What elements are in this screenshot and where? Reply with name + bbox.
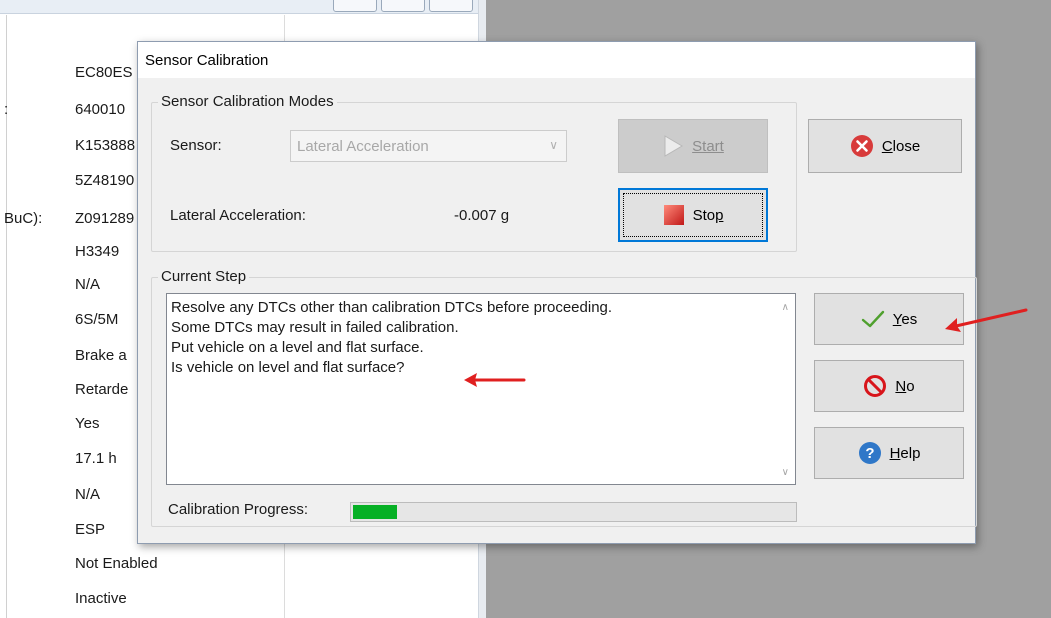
scroll-down-icon[interactable]: ∨	[782, 467, 789, 478]
window-close-button[interactable]	[429, 0, 473, 12]
reading-value: -0.007 g	[454, 207, 510, 224]
red-arrow-icon	[945, 308, 1028, 332]
info-row-value: Brake a	[75, 347, 127, 364]
sensor-dropdown[interactable]: Lateral Acceleration ∨	[290, 130, 567, 162]
info-row-value: 640010	[75, 101, 126, 118]
info-row-value: K153888	[75, 137, 136, 154]
svg-text:?: ?	[865, 445, 874, 462]
help-circle-icon: ?	[858, 441, 882, 465]
step-line: Put vehicle on a level and flat surface.	[171, 339, 424, 356]
close-circle-icon	[850, 134, 874, 158]
dialog-title: Sensor Calibration	[145, 52, 269, 69]
info-row-value: Not Enabled	[75, 555, 158, 572]
close-button-label: Close	[881, 137, 921, 155]
step-line: Is vehicle on level and flat surface?	[171, 359, 405, 376]
step-line: Resolve any DTCs other than calibration …	[171, 299, 613, 316]
group-title: Current Step	[158, 268, 250, 285]
chevron-down-icon: ∨	[549, 138, 558, 152]
info-row-value: ESP	[75, 521, 106, 538]
stop-button-label: Stop	[692, 206, 724, 224]
group-title: Sensor Calibration Modes	[158, 93, 337, 110]
progress-fill	[353, 505, 397, 519]
yes-button-label: Yes	[892, 310, 918, 328]
sensor-label: Sensor:	[170, 137, 222, 154]
minimize-button[interactable]	[333, 0, 377, 12]
info-row-value: N/A	[75, 276, 101, 293]
no-button-label: No	[895, 377, 915, 395]
dialog-titlebar: Sensor Calibration	[138, 42, 975, 78]
info-row-label: :	[4, 101, 9, 118]
info-row-value: Retarde	[75, 381, 129, 398]
red-arrow-icon	[464, 373, 526, 387]
help-button-label: Help	[889, 444, 921, 462]
step-line: Some DTCs may result in failed calibrati…	[171, 319, 459, 336]
scroll-up-icon[interactable]: ∧	[782, 302, 789, 313]
info-row-value: H3349	[75, 243, 120, 260]
background-titlebar	[0, 0, 486, 14]
info-row-label: BuC):	[4, 210, 43, 227]
info-row-value: Z091289	[75, 210, 135, 227]
no-button[interactable]: No	[814, 360, 964, 412]
info-row-value: 5Z48190	[75, 172, 135, 189]
sensor-dropdown-value: Lateral Acceleration	[297, 138, 429, 155]
stop-square-icon	[663, 204, 685, 226]
close-button[interactable]: Close	[808, 119, 962, 173]
reading-label: Lateral Acceleration:	[170, 207, 306, 224]
info-row-value: N/A	[75, 486, 101, 503]
start-button-label: Start	[692, 137, 724, 155]
play-arrow-icon	[662, 134, 684, 158]
start-button[interactable]: Start	[618, 119, 768, 173]
info-row-value: Inactive	[75, 590, 127, 607]
calibration-progress-bar	[350, 502, 797, 522]
checkmark-icon	[861, 309, 885, 329]
help-button[interactable]: ? Help	[814, 427, 964, 479]
info-row-value: 17.1 h	[75, 450, 117, 467]
no-entry-icon	[863, 374, 887, 398]
info-row-value: 6S/5M	[75, 311, 119, 328]
info-row-value: Yes	[75, 415, 100, 432]
stop-button[interactable]: Stop	[618, 188, 768, 242]
progress-label: Calibration Progress:	[168, 501, 309, 518]
sensor-calibration-dialog: Sensor Calibration Sensor Calibration Mo…	[137, 41, 977, 544]
info-row-value: EC80ES	[75, 64, 133, 81]
maximize-button[interactable]	[381, 0, 425, 12]
